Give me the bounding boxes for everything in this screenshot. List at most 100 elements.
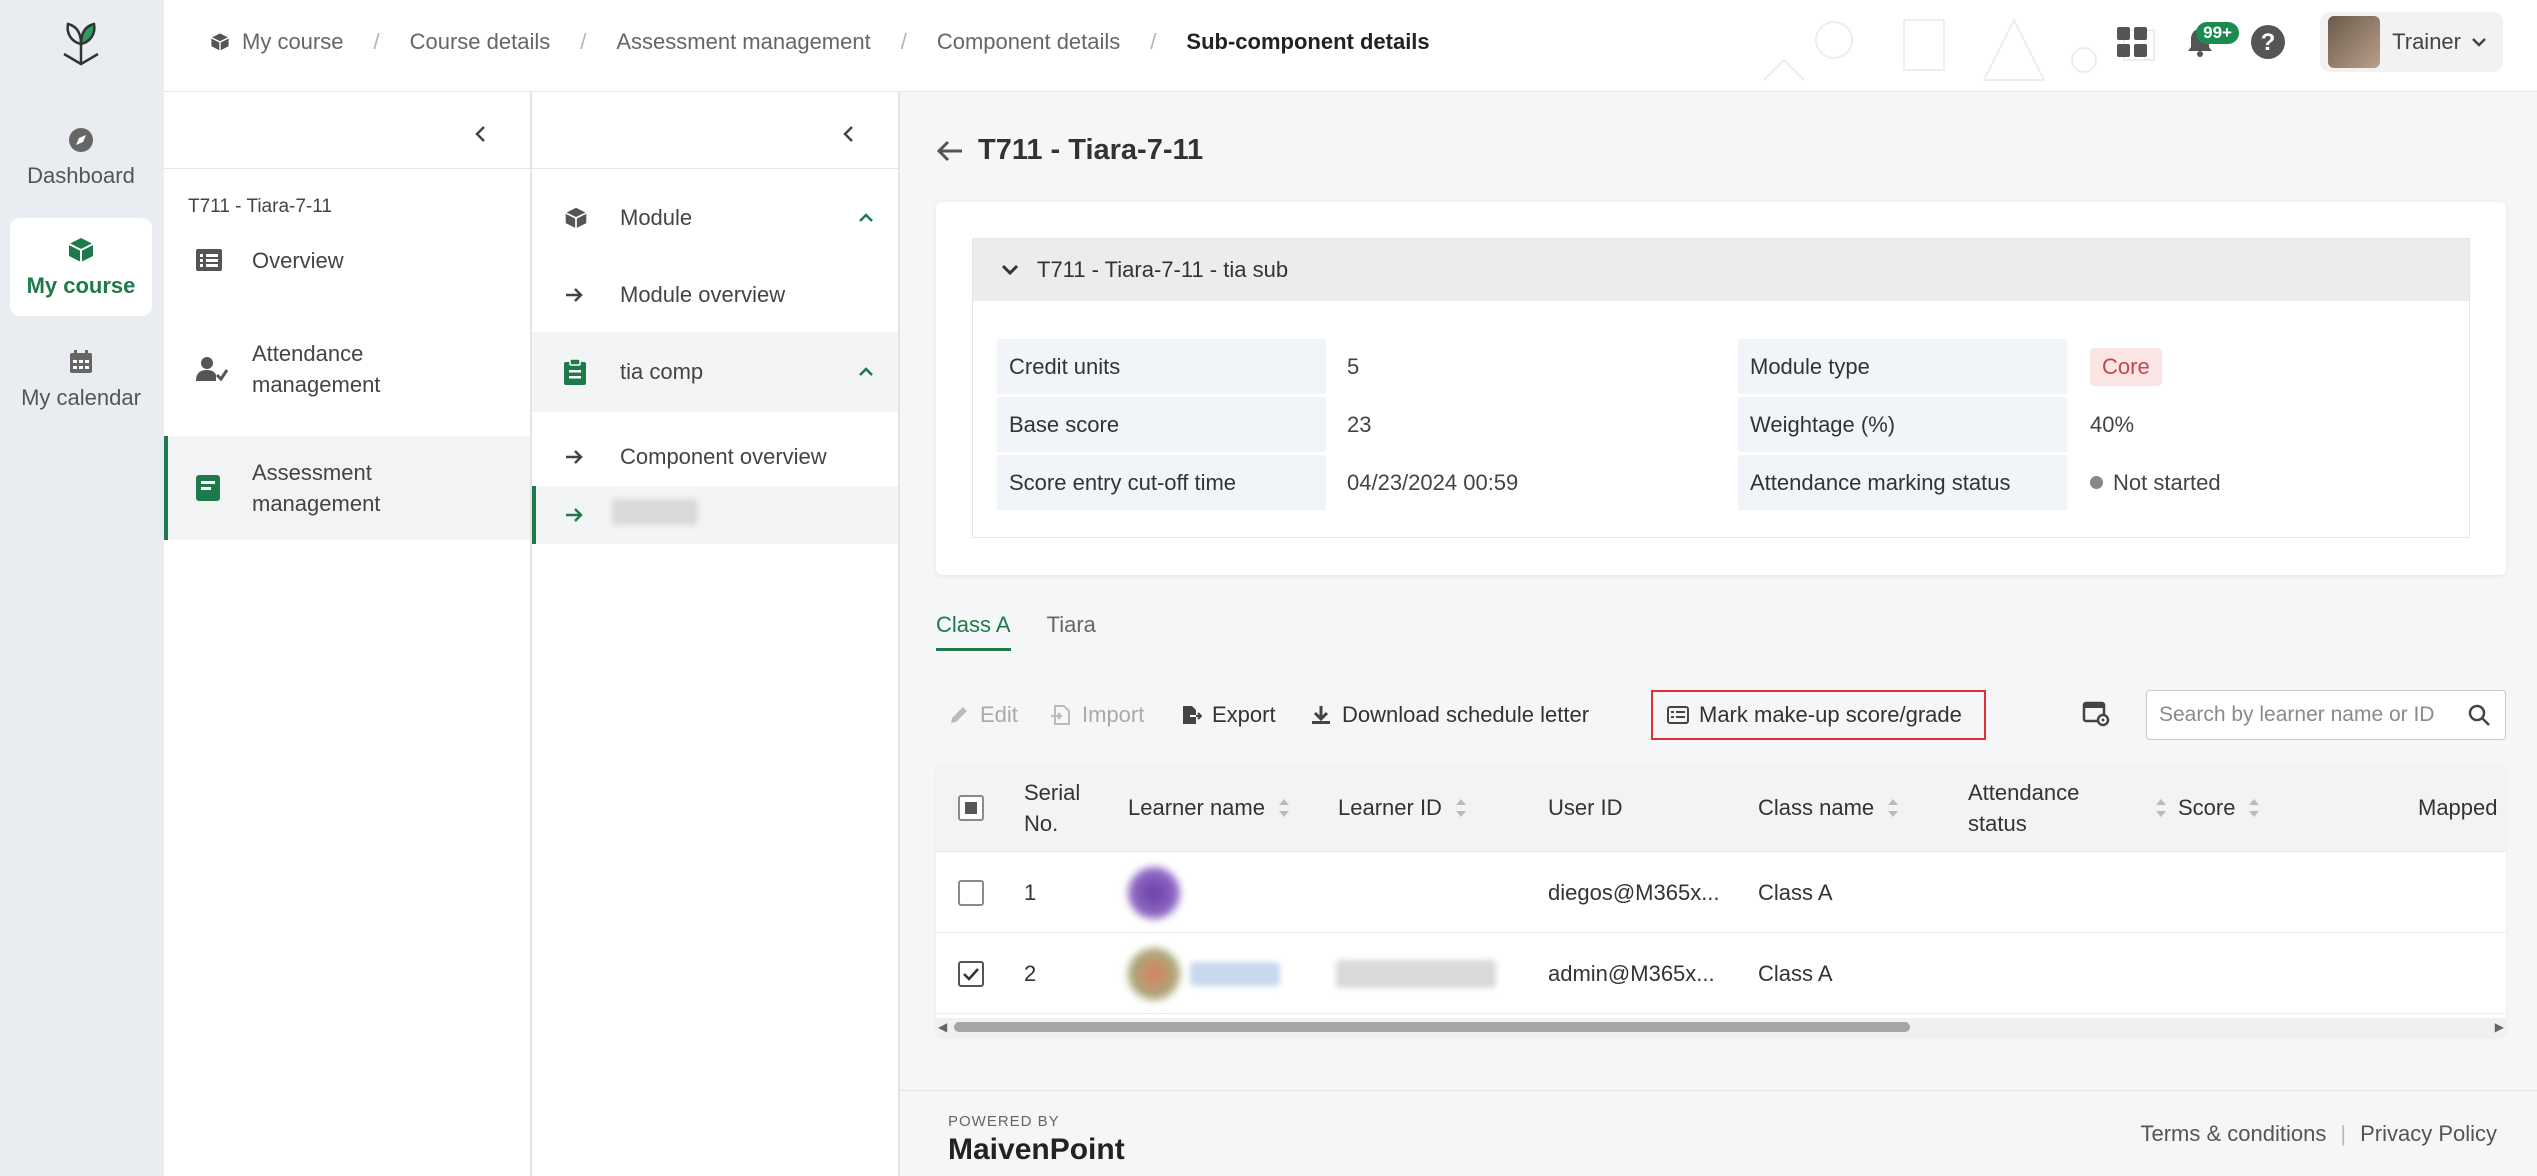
table-row: 2 admin@M365x... Class A: [936, 933, 2506, 1014]
calendar-icon: [66, 347, 96, 377]
back-button[interactable]: [936, 139, 964, 163]
footer: POWERED BY MaivenPoint Terms & condition…: [900, 1090, 2537, 1176]
tab-tiara[interactable]: Tiara: [1047, 612, 1096, 651]
col-learner-id[interactable]: Learner ID: [1338, 764, 1468, 852]
horizontal-scrollbar[interactable]: ◀ ▶: [936, 1018, 2506, 1036]
rail-dashboard[interactable]: Dashboard: [10, 108, 152, 206]
course-nav-panel: T711 - Tiara-7-11 Overview Attendance ma…: [164, 92, 532, 1176]
weightage-label: Weightage (%): [1738, 397, 2067, 452]
col-score[interactable]: Score: [2178, 764, 2261, 852]
nav-overview[interactable]: Overview: [164, 230, 530, 290]
row-serial: 2: [1024, 960, 1037, 986]
import-button[interactable]: Import: [1050, 690, 1144, 740]
status-dot-icon: [2090, 476, 2103, 489]
arrow-right-icon: [564, 506, 584, 524]
scroll-right-icon[interactable]: ▶: [2495, 1020, 2504, 1034]
sort-icon: [2247, 797, 2261, 819]
row-class-name: Class A: [1758, 879, 1833, 905]
sub-component-link[interactable]: [532, 486, 898, 544]
breadcrumb-my-course[interactable]: My course /: [210, 29, 410, 55]
credit-units-value: 5: [1347, 353, 1360, 379]
chevron-down-icon: [2472, 38, 2486, 47]
import-icon: [1050, 704, 1072, 726]
book-icon: [196, 475, 220, 501]
search-box: [2146, 690, 2506, 740]
rail-my-course[interactable]: My course: [10, 218, 152, 316]
col-class-name[interactable]: Class name: [1758, 764, 1900, 852]
select-all-checkbox[interactable]: [958, 795, 984, 821]
list-icon: [196, 249, 222, 271]
main-content: T711 - Tiara-7-11 T711 - Tiara-7-11 - ti…: [900, 92, 2537, 1176]
module-group[interactable]: Module: [532, 186, 898, 250]
collapse-panel2-button[interactable]: [828, 114, 868, 154]
accordion-header[interactable]: T711 - Tiara-7-11 - tia sub: [973, 239, 2469, 301]
export-button[interactable]: Export: [1180, 690, 1276, 740]
app-logo-icon[interactable]: [58, 18, 104, 68]
learner-avatar: [1128, 852, 1180, 933]
tab-class-a[interactable]: Class A: [936, 612, 1011, 651]
sort-icon[interactable]: [2154, 797, 2168, 819]
weightage-value: 40%: [2090, 411, 2135, 437]
nav-attendance-management[interactable]: Attendance management: [164, 338, 530, 400]
chevron-left-icon: [475, 126, 485, 142]
cutoff-value: 04/23/2024 00:59: [1347, 469, 1519, 495]
scroll-left-icon[interactable]: ◀: [938, 1020, 947, 1034]
mark-makeup-score-button[interactable]: Mark make-up score/grade: [1651, 690, 1986, 740]
avatar: [2328, 16, 2381, 68]
breadcrumb: My course / Course details / Assessment m…: [210, 0, 1430, 84]
grid-icon: [2117, 27, 2148, 57]
col-attendance-status[interactable]: Attendance status: [1968, 764, 2079, 852]
attendance-status-value: Not started: [2090, 455, 2221, 510]
row-checkbox[interactable]: [958, 879, 984, 906]
header-actions: 99+ ? Trainer: [2092, 0, 2537, 84]
terms-link[interactable]: Terms & conditions: [2141, 1121, 2327, 1147]
rail-dashboard-label: Dashboard: [27, 163, 135, 188]
help-button[interactable]: ?: [2240, 14, 2296, 70]
rail-my-calendar[interactable]: My calendar: [10, 330, 152, 428]
row-user-id: admin@M365x...: [1548, 960, 1715, 986]
details-table: Credit units 5 Module type Core Base sco…: [997, 337, 2447, 511]
search-icon[interactable]: [2467, 703, 2491, 727]
breadcrumb-course-details[interactable]: Course details /: [410, 29, 617, 55]
nav-assessment-management[interactable]: Assessment management: [164, 436, 530, 540]
class-tabs: Class A Tiara: [936, 612, 1132, 651]
collapse-panel1-button[interactable]: [460, 114, 500, 154]
module-overview-link[interactable]: Module overview: [532, 266, 898, 324]
details-row: Base score 23 Weightage (%) 40%: [997, 395, 2447, 453]
rail-my-calendar-label: My calendar: [21, 385, 141, 410]
user-menu[interactable]: Trainer: [2320, 12, 2503, 72]
edit-button[interactable]: Edit: [948, 690, 1018, 740]
cube-icon: [210, 32, 230, 52]
cutoff-label: Score entry cut-off time: [997, 455, 1326, 510]
col-learner-name[interactable]: Learner name: [1128, 764, 1291, 852]
brand-logo: MaivenPoint: [948, 1133, 1125, 1166]
compass-icon: [66, 125, 96, 155]
row-checkbox[interactable]: [958, 960, 984, 987]
svg-text:?: ?: [2261, 29, 2276, 56]
breadcrumb-assessment-management[interactable]: Assessment management /: [616, 29, 936, 55]
privacy-link[interactable]: Privacy Policy: [2360, 1121, 2497, 1147]
table-row: 1 diegos@M365x... Class A: [936, 852, 2506, 933]
notification-badge: 99+: [2196, 22, 2239, 44]
download-schedule-letter-button[interactable]: Download schedule letter: [1310, 690, 1589, 740]
clipboard-icon: [564, 359, 586, 385]
grid-toolbar: Edit Import Export Download schedule let…: [936, 690, 2506, 742]
sort-icon: [1277, 797, 1291, 819]
powered-by-label: POWERED BY: [948, 1113, 1060, 1130]
component-overview-link[interactable]: Component overview: [532, 428, 898, 486]
column-settings-button[interactable]: [2082, 700, 2110, 728]
sort-icon: [1454, 797, 1468, 819]
checkmark-icon: [963, 967, 979, 981]
component-group[interactable]: tia comp: [532, 332, 898, 412]
apps-grid-button[interactable]: [2104, 14, 2160, 70]
notifications-button[interactable]: 99+: [2172, 14, 2239, 70]
breadcrumb-sub-component-details: Sub-component details: [1186, 29, 1430, 54]
column-settings-icon: [2082, 701, 2110, 727]
scrollbar-thumb[interactable]: [954, 1022, 1910, 1032]
credit-units-label: Credit units: [997, 339, 1326, 394]
chevron-up-icon: [858, 212, 874, 224]
details-row: Score entry cut-off time 04/23/2024 00:5…: [997, 453, 2447, 511]
arrow-left-icon: [936, 140, 962, 161]
breadcrumb-component-details[interactable]: Component details /: [937, 29, 1187, 55]
search-input[interactable]: [2159, 703, 2459, 727]
